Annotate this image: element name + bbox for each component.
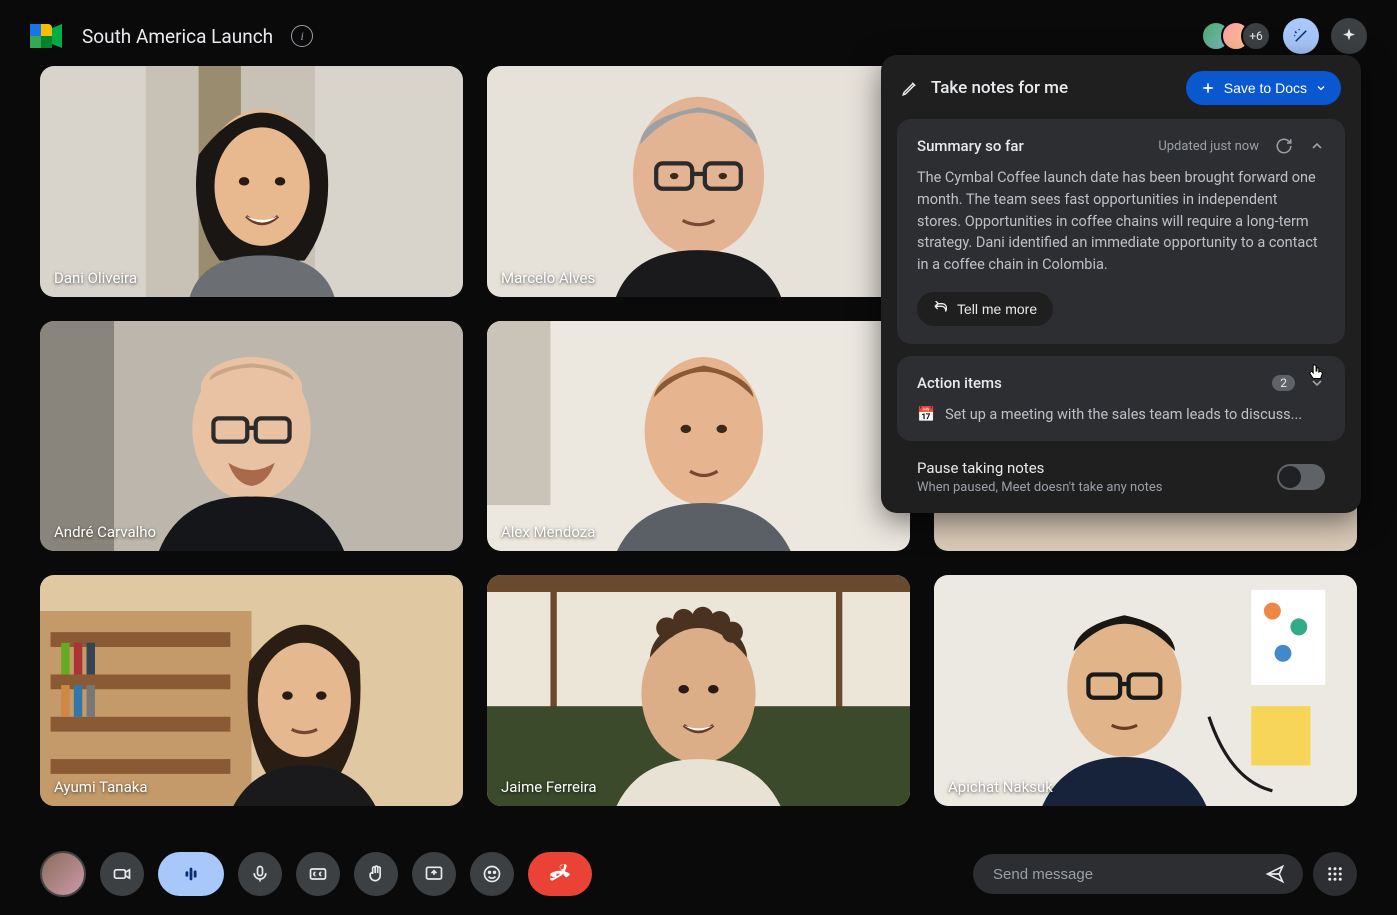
action-items-heading: Action items xyxy=(917,374,1002,392)
participant-name: Alex Mendoza xyxy=(501,523,595,541)
refresh-icon[interactable] xyxy=(1275,137,1293,155)
header-left: South America Launch i xyxy=(30,22,313,50)
pause-title: Pause taking notes xyxy=(917,459,1162,477)
participant-name: Ayumi Tanaka xyxy=(54,778,148,796)
meeting-info-button[interactable]: i xyxy=(291,25,313,47)
google-meet-logo-icon xyxy=(30,22,64,50)
participant-tile[interactable]: Dani Oliveira xyxy=(40,66,463,297)
reply-arrow-icon xyxy=(933,301,949,317)
raise-hand-button[interactable] xyxy=(354,852,398,896)
summary-card: Summary so far Updated just now The Cymb… xyxy=(897,119,1345,344)
bottom-right xyxy=(973,852,1357,896)
summary-heading: Summary so far xyxy=(917,137,1024,155)
panel-header: Take notes for me Save to Docs xyxy=(897,71,1345,105)
chevron-up-icon[interactable] xyxy=(1309,138,1325,154)
participant-tile[interactable]: Marcelo Alves xyxy=(487,66,910,297)
call-controls xyxy=(40,851,592,897)
save-button-label: Save to Docs xyxy=(1224,80,1307,96)
emoji-reactions-button[interactable] xyxy=(470,852,514,896)
pause-toggle[interactable] xyxy=(1277,464,1325,490)
panel-title: Take notes for me xyxy=(931,78,1068,98)
action-item[interactable]: 📅 Set up a meeting with the sales team l… xyxy=(917,406,1325,423)
take-notes-panel: Take notes for me Save to Docs Summary s… xyxy=(881,55,1361,513)
calendar-icon: 📅 xyxy=(917,406,935,423)
plus-icon xyxy=(1200,80,1216,96)
participant-name: André Carvalho xyxy=(54,523,156,541)
save-to-docs-button[interactable]: Save to Docs xyxy=(1186,71,1341,105)
self-avatar[interactable] xyxy=(40,851,86,897)
participant-name: Marcelo Alves xyxy=(501,269,595,287)
message-input[interactable] xyxy=(991,865,1253,884)
summary-body: The Cymbal Coffee launch date has been b… xyxy=(917,167,1325,276)
pencil-icon xyxy=(901,79,919,97)
participant-avatar-stack[interactable]: +6 xyxy=(1201,21,1271,51)
message-bar xyxy=(973,854,1303,894)
participant-name: Jaime Ferreira xyxy=(501,778,597,796)
summary-updated: Updated just now xyxy=(1158,139,1259,154)
chevron-down-icon[interactable] xyxy=(1309,375,1325,391)
bottom-bar xyxy=(0,851,1397,897)
header-right: +6 xyxy=(1201,18,1367,54)
present-screen-button[interactable] xyxy=(412,852,456,896)
apps-grid-button[interactable] xyxy=(1313,852,1357,896)
participant-tile[interactable]: Jaime Ferreira xyxy=(487,575,910,806)
participant-tile[interactable]: André Carvalho xyxy=(40,321,463,552)
participant-tile[interactable]: Alex Mendoza xyxy=(487,321,910,552)
sparkle-button[interactable] xyxy=(1331,18,1367,54)
camera-button[interactable] xyxy=(100,852,144,896)
tell-me-more-button[interactable]: Tell me more xyxy=(917,292,1053,326)
pause-notes-row: Pause taking notes When paused, Meet doe… xyxy=(897,453,1345,495)
chevron-down-icon xyxy=(1315,82,1327,94)
participant-name: Dani Oliveira xyxy=(54,269,137,287)
leave-call-button[interactable] xyxy=(528,852,592,896)
action-items-card: Action items 2 📅 Set up a meeting with t… xyxy=(897,356,1345,441)
tell-me-more-label: Tell me more xyxy=(957,301,1037,317)
participant-name: Apichat Naksuk xyxy=(948,778,1053,796)
audio-indicator-button[interactable] xyxy=(158,852,224,896)
meeting-title: South America Launch xyxy=(82,25,273,48)
send-icon[interactable] xyxy=(1265,864,1285,884)
action-items-count: 2 xyxy=(1272,375,1295,391)
participant-tile[interactable]: Apichat Naksuk xyxy=(934,575,1357,806)
participant-tile[interactable]: Ayumi Tanaka xyxy=(40,575,463,806)
avatar-overflow-count: +6 xyxy=(1241,21,1271,51)
captions-button[interactable] xyxy=(296,852,340,896)
microphone-button[interactable] xyxy=(238,852,282,896)
action-item-text: Set up a meeting with the sales team lea… xyxy=(945,406,1302,423)
magic-wand-button[interactable] xyxy=(1283,18,1319,54)
pause-subtitle: When paused, Meet doesn't take any notes xyxy=(917,480,1162,495)
